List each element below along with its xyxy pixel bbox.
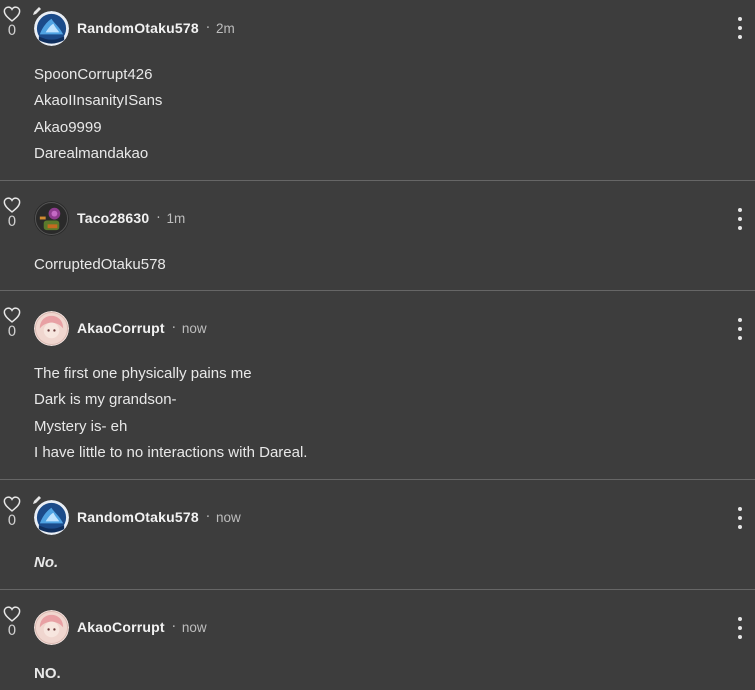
comment-header: RandomOtaku578 · now [33, 495, 241, 535]
timestamp: 2m [215, 20, 235, 36]
comment: 0 RandomOtaku578 · 2m SpoonCorrupt426 Ak… [0, 0, 755, 181]
like-rail: 0 [0, 6, 24, 39]
avatar[interactable] [34, 609, 69, 645]
comment-line: The first one physically pains me [34, 365, 252, 382]
comment-line: No. [34, 554, 59, 571]
username[interactable]: AkaoCorrupt [77, 320, 165, 336]
heart-icon[interactable] [3, 307, 21, 323]
comment-header: RandomOtaku578 · 2m [33, 6, 235, 46]
comment-header: AkaoCorrupt · now [34, 310, 207, 346]
comment: 0 Taco28630 · 1m CorruptedOtaku578 [0, 181, 755, 291]
comment-header: Taco28630 · 1m [34, 200, 185, 236]
separator-dot: · [205, 20, 210, 36]
comment-line: Darealmandakao [34, 144, 149, 162]
heart-icon[interactable] [3, 6, 21, 22]
comment-line: Dark is my grandson- [34, 391, 177, 409]
comment-body: NO. [34, 661, 61, 687]
comment-body: No. [34, 550, 58, 576]
like-count: 0 [7, 623, 17, 639]
comment-line: SpoonCorrupt426 [34, 66, 153, 83]
timestamp: now [181, 320, 207, 336]
like-count: 0 [7, 214, 17, 230]
pencil-icon [33, 6, 41, 15]
avatar[interactable] [34, 200, 69, 236]
username[interactable]: Taco28630 [77, 210, 149, 226]
separator-dot: · [205, 509, 210, 525]
comment: 0 AkaoCorrupt · now The first one physic… [0, 291, 755, 480]
separator-dot: · [171, 320, 176, 336]
kebab-menu-icon[interactable] [737, 318, 743, 340]
username[interactable]: RandomOtaku578 [77, 509, 199, 525]
avatar[interactable] [34, 310, 69, 346]
separator-dot: · [156, 210, 161, 226]
kebab-menu-icon[interactable] [737, 507, 743, 529]
comment-line: Akao9999 [34, 118, 102, 136]
pencil-icon [33, 495, 41, 504]
like-rail: 0 [0, 307, 24, 340]
kebab-menu-icon[interactable] [737, 208, 743, 230]
like-rail: 0 [0, 197, 24, 230]
heart-icon[interactable] [3, 606, 21, 622]
like-count: 0 [7, 513, 17, 529]
timestamp: now [215, 509, 241, 525]
timestamp: 1m [166, 210, 186, 226]
heart-icon[interactable] [3, 496, 21, 512]
like-count: 0 [7, 23, 17, 39]
comment-line: NO. [34, 665, 61, 682]
comment-line: Mystery is- eh [34, 417, 128, 435]
comment-body: CorruptedOtaku578 [34, 252, 166, 278]
timestamp: now [181, 619, 207, 635]
like-rail: 0 [0, 606, 24, 639]
username[interactable]: AkaoCorrupt [77, 619, 165, 635]
kebab-menu-icon[interactable] [737, 17, 743, 39]
comment: 0 AkaoCorrupt · now NO. [0, 590, 755, 690]
heart-icon[interactable] [3, 197, 21, 213]
comment: 0 RandomOtaku578 · now No. [0, 480, 755, 590]
comment-line: I have little to no interactions with Da… [34, 443, 308, 461]
username[interactable]: RandomOtaku578 [77, 20, 199, 36]
comment-body: SpoonCorrupt426 AkaoIInsanityISans Akao9… [34, 62, 162, 167]
kebab-menu-icon[interactable] [737, 617, 743, 639]
separator-dot: · [171, 619, 176, 635]
like-count: 0 [7, 324, 17, 340]
like-rail: 0 [0, 496, 24, 529]
comment-line: CorruptedOtaku578 [34, 256, 166, 273]
comment-header: AkaoCorrupt · now [34, 609, 207, 645]
comment-line: AkaoIInsanityISans [34, 92, 163, 110]
comment-body: The first one physically pains me Dark i… [34, 361, 307, 466]
